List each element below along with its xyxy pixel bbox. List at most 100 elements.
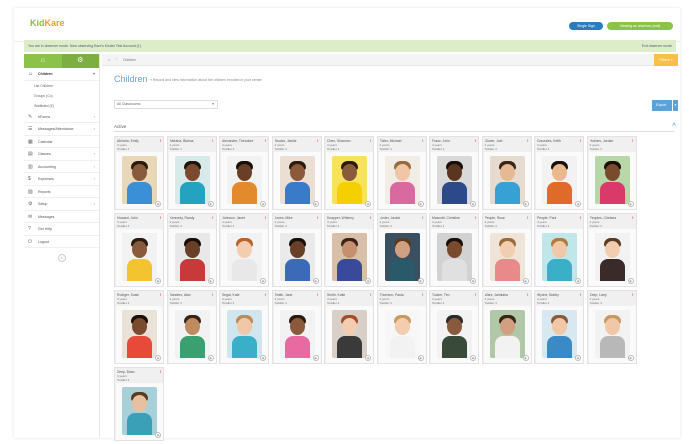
alert-flag-icon[interactable]: ! [370,138,371,143]
camera-icon[interactable]: ◉ [155,278,161,284]
child-photo[interactable] [588,229,636,286]
camera-icon[interactable]: ◉ [155,201,161,207]
camera-icon[interactable]: ◉ [627,201,634,207]
sidebar-subitem[interactable]: List Children [24,81,99,91]
alert-flag-icon[interactable]: ! [527,138,528,143]
alert-flag-icon[interactable]: ! [212,215,213,220]
alert-flag-icon[interactable]: ! [160,369,161,374]
child-name[interactable]: Glover, Joel [485,139,527,143]
child-card[interactable]: Knapper, Whitney 4 years Toddler 4! ◉ [324,213,374,287]
child-photo[interactable] [483,229,531,286]
child-card[interactable]: Abiraha, Bianca 4 years Toddler 4! ◉ [166,136,217,210]
child-card[interactable]: Peoples, Chelsea 4 years Toddler 4! ◉ [586,213,637,287]
child-name[interactable]: Franz, John [432,139,474,143]
child-card[interactable]: Franz, John 4 years Toddler 4! ◉ [429,136,479,210]
child-photo[interactable] [273,306,321,363]
sidebar-item-logout[interactable]: ⏻ Logout [24,236,99,248]
child-name[interactable]: Zeep, Brian [117,370,159,374]
export-button[interactable]: Export ▾ [652,100,678,111]
alert-flag-icon[interactable]: ! [632,292,633,297]
camera-icon[interactable]: ◉ [365,278,371,284]
child-card[interactable]: Smith, Katie 4 years Toddler 4! ◉ [324,290,374,364]
child-card[interactable]: Brooks, Jackie 4 years Toddler 4! ◉ [271,136,322,210]
alert-flag-icon[interactable]: ! [212,138,213,143]
child-card[interactable]: Sanders, Alan 4 years Toddler 4! ◉ [166,290,217,364]
sidebar-subitem[interactable]: Groups (Co) [24,91,99,101]
child-name[interactable]: Linder, Jackie [380,216,422,220]
exit-observer-link[interactable]: Exit observer mode [642,44,672,48]
child-card[interactable]: Jones, Mike 4 years Toddler 4! ◉ [271,213,322,287]
child-card[interactable]: Holmes, Jordan 4 years Toddler 4! ◉ [586,136,637,210]
alert-flag-icon[interactable]: ! [370,292,371,297]
child-photo[interactable] [588,306,636,363]
child-card[interactable]: People, Paul 4 years Toddler 4! ◉ [534,213,584,287]
child-name[interactable]: Brooks, Jackie [275,139,317,143]
alert-flag-icon[interactable]: ! [632,138,633,143]
sidebar-item-messages[interactable]: ✉ Messages [24,211,99,223]
alert-flag-icon[interactable]: ! [527,215,528,220]
alert-flag-icon[interactable]: ! [317,138,318,143]
child-name[interactable]: Ware, Jaimiaha [485,293,527,297]
child-photo[interactable] [483,306,531,363]
child-photo[interactable] [483,152,531,209]
child-name[interactable]: Johnson, Janet [222,216,264,220]
collapse-section-icon[interactable]: ˄ [672,122,676,129]
child-card[interactable]: Linder, Jackie 4 years Toddler 4! ◉ [376,213,427,287]
camera-icon[interactable]: ◉ [627,355,634,361]
child-name[interactable]: Wyche, Bobby [537,293,579,297]
collapse-sidebar-icon[interactable]: « [57,254,66,262]
child-name[interactable]: Abiraha, Emily [117,139,159,143]
child-name[interactable]: Jones, Mike [275,216,317,220]
alert-flag-icon[interactable]: ! [265,138,266,143]
child-name[interactable]: Thornton, Paula [380,293,422,297]
child-photo[interactable] [378,152,426,209]
sidebar-item-classes[interactable]: ▤ Classes › [24,148,99,161]
child-name[interactable]: Tucker, Tim [432,293,474,297]
child-photo[interactable] [273,152,321,209]
child-photo[interactable] [273,229,321,286]
camera-icon[interactable]: ◉ [417,278,424,284]
child-name[interactable]: Abiraha, Bianca [170,139,212,143]
child-card[interactable]: Alexander, Theodore 4 years Toddler 4! ◉ [219,136,269,210]
camera-icon[interactable]: ◉ [470,355,476,361]
sidebar-item-expenses[interactable]: $ Expenses › [24,173,99,186]
child-card[interactable]: Mascotti, Christine 4 years Toddler 4! ◉ [429,213,479,287]
child-name[interactable]: Mascotti, Christine [432,216,474,220]
filters-button[interactable]: Filters » [654,54,678,66]
sidebar-item-setup[interactable]: ⚙ Setup › [24,198,99,211]
child-card[interactable]: Fidler, Michael 4 years Toddler 4! ◉ [376,136,427,210]
alert-flag-icon[interactable]: ! [632,215,633,220]
alert-flag-icon[interactable]: ! [580,215,581,220]
child-photo[interactable] [168,152,216,209]
camera-icon[interactable]: ◉ [312,355,319,361]
camera-icon[interactable]: ◉ [155,355,161,361]
camera-icon[interactable]: ◉ [207,355,214,361]
child-name[interactable]: People, Rose [485,216,527,220]
alert-flag-icon[interactable]: ! [212,292,213,297]
camera-icon[interactable]: ◉ [365,355,371,361]
child-name[interactable]: Sanders, Alan [170,293,212,297]
child-name[interactable]: Kennedy, Randy [170,216,212,220]
child-card[interactable]: Gonzales, Keith 4 years Toddler 4! ◉ [534,136,584,210]
child-card[interactable]: Wyche, Bobby 4 years Toddler 4! ◉ [534,290,584,364]
camera-icon[interactable]: ◉ [470,278,476,284]
alert-flag-icon[interactable]: ! [265,292,266,297]
sidebar-item-children[interactable]: ☺ Children ▾ [24,68,99,81]
alert-flag-icon[interactable]: ! [422,215,423,220]
sidebar-item-get-help[interactable]: ? Get Help [24,223,99,236]
home-icon[interactable]: ⌂ [24,54,62,68]
alert-flag-icon[interactable]: ! [370,215,371,220]
camera-icon[interactable]: ◉ [575,201,581,207]
child-name[interactable]: Smith, Jane [275,293,317,297]
child-name[interactable]: Knapper, Whitney [327,216,369,220]
sidebar-item-reports[interactable]: ▧ Reports [24,186,99,198]
child-card[interactable]: Tucker, Tim 4 years Toddler 4! ◉ [429,290,479,364]
camera-icon[interactable]: ◉ [470,201,476,207]
camera-icon[interactable]: ◉ [260,201,266,207]
child-card[interactable]: Smith, Jane 4 years Toddler 4! ◉ [271,290,322,364]
child-name[interactable]: Chen, Shannon [327,139,369,143]
child-name[interactable]: Rodiger, Susie [117,293,159,297]
camera-icon[interactable]: ◉ [207,201,214,207]
child-photo[interactable] [168,306,216,363]
alert-flag-icon[interactable]: ! [317,215,318,220]
